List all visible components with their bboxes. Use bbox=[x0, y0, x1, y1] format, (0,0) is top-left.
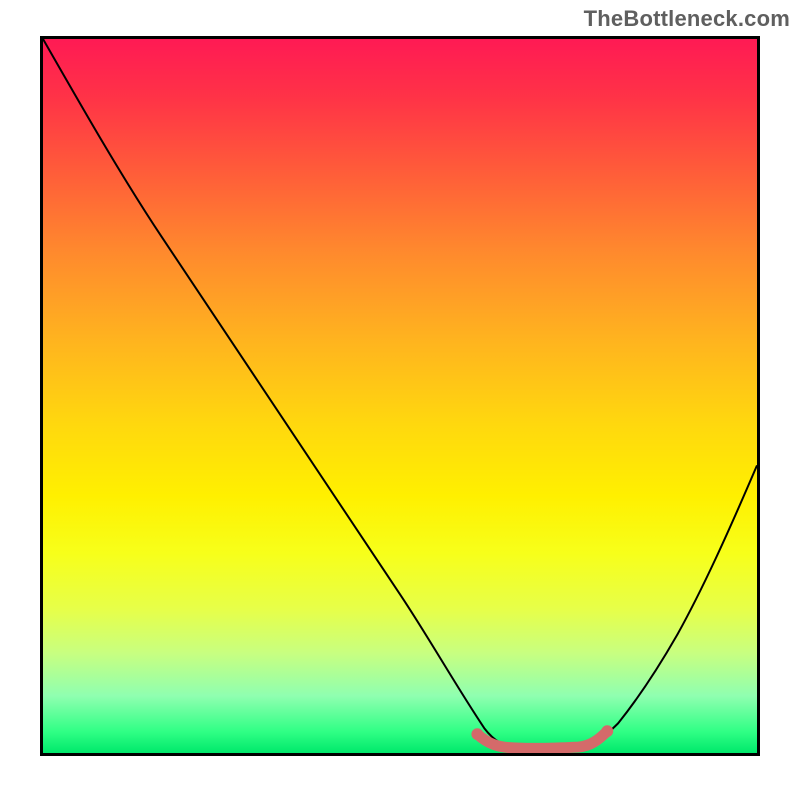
highlight-dot-start bbox=[471, 728, 483, 740]
highlight-dot-end bbox=[601, 725, 613, 737]
chart-container: TheBottleneck.com bbox=[0, 0, 800, 800]
highlight-segment bbox=[477, 731, 607, 748]
bottleneck-curve bbox=[43, 39, 757, 748]
plot-area bbox=[40, 36, 760, 756]
watermark-text: TheBottleneck.com bbox=[584, 6, 790, 32]
curve-layer bbox=[43, 39, 757, 753]
